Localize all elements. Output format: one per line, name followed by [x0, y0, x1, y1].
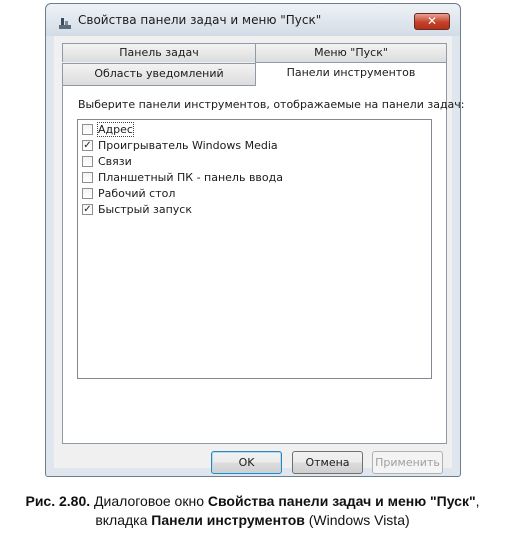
- apply-button[interactable]: Применить: [372, 451, 443, 474]
- figure-caption-line-2: вкладка Панели инструментов (Windows Vis…: [0, 512, 505, 528]
- list-item-label: Рабочий стол: [98, 187, 176, 200]
- checkbox-desktop[interactable]: [82, 188, 93, 199]
- list-item-label: Быстрый запуск: [98, 203, 192, 216]
- toolbars-description: Выберите панели инструментов, отображаем…: [78, 98, 465, 111]
- caption-text: вкладка: [95, 512, 152, 528]
- tab-start-menu[interactable]: Меню "Пуск": [255, 43, 447, 62]
- close-icon: ✕: [426, 14, 438, 28]
- dialog-window: Свойства панели задач и меню "Пуск" ✕ Па…: [45, 3, 465, 477]
- list-item-label: Проигрыватель Windows Media: [98, 139, 278, 152]
- checkbox-windows-media[interactable]: ✓: [82, 140, 93, 151]
- tab-notification-area[interactable]: Область уведомлений: [62, 63, 256, 85]
- caption-tab-name: Панели инструментов: [151, 512, 305, 528]
- figure-number: Рис. 2.80.: [25, 493, 91, 509]
- checkbox-quick-launch[interactable]: ✓: [82, 204, 93, 215]
- figure-caption-line-1: Рис. 2.80. Диалоговое окно Свойства пане…: [0, 493, 505, 509]
- checkbox-tablet-input[interactable]: [82, 172, 93, 183]
- tab-toolbars[interactable]: Панели инструментов: [255, 62, 447, 86]
- checkbox-links[interactable]: [82, 156, 93, 167]
- title-bar[interactable]: Свойства панели задач и меню "Пуск" ✕: [46, 4, 460, 36]
- list-item-label: Адрес: [97, 122, 134, 137]
- caption-text: ,: [475, 493, 480, 509]
- list-item-label: Связи: [98, 155, 132, 168]
- dialog-client-area: Панель задач Меню "Пуск" Область уведомл…: [54, 36, 465, 474]
- caption-text: Диалоговое окно: [90, 493, 208, 509]
- caption-dialog-name: Свойства панели задач и меню "Пуск": [207, 493, 476, 509]
- toolbars-list[interactable]: Адрес ✓ Проигрыватель Windows Media Связ…: [77, 119, 432, 379]
- window-title: Свойства панели задач и меню "Пуск": [78, 13, 322, 27]
- tab-taskbar[interactable]: Панель задач: [62, 43, 256, 62]
- tab-panel-toolbars: Выберите панели инструментов, отображаем…: [62, 85, 465, 444]
- caption-text: (Windows Vista): [304, 512, 410, 528]
- cancel-button[interactable]: Отмена: [292, 451, 363, 474]
- ok-button[interactable]: OK: [211, 451, 282, 474]
- checkbox-address[interactable]: [82, 124, 93, 135]
- list-item-label: Планшетный ПК - панель ввода: [98, 171, 283, 184]
- close-button[interactable]: ✕: [414, 13, 450, 30]
- taskbar-properties-icon: [58, 15, 72, 29]
